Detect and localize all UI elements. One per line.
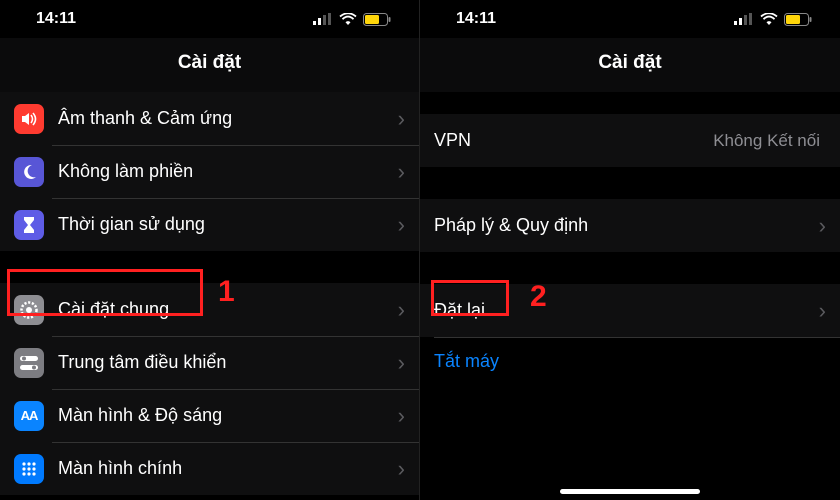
chevron-right-icon: › bbox=[398, 159, 405, 185]
phone-right: 14:11 Cài đặt VPN Không Kết nối Pháp lý … bbox=[420, 0, 840, 500]
settings-group-2: Cài đặt chung › Trung tâm điều khiển › A… bbox=[0, 283, 419, 495]
page-title: Cài đặt bbox=[420, 38, 840, 92]
chevron-right-icon: › bbox=[398, 212, 405, 238]
chevron-right-icon: › bbox=[398, 350, 405, 376]
row-label: Trung tâm điều khiển bbox=[58, 352, 398, 373]
home-indicator[interactable] bbox=[560, 489, 700, 494]
switches-icon bbox=[14, 348, 44, 378]
row-legal[interactable]: Pháp lý & Quy định › bbox=[420, 199, 840, 252]
status-icons bbox=[313, 13, 391, 26]
row-vpn[interactable]: VPN Không Kết nối bbox=[420, 114, 840, 167]
row-label: Màn hình chính bbox=[58, 458, 398, 479]
row-screentime[interactable]: Thời gian sử dụng › bbox=[0, 198, 419, 251]
signal-icon bbox=[734, 13, 754, 25]
group-legal: Pháp lý & Quy định › bbox=[420, 199, 840, 252]
chevron-right-icon: › bbox=[819, 213, 826, 239]
grid-icon bbox=[14, 454, 44, 484]
chevron-right-icon: › bbox=[398, 456, 405, 482]
aa-icon: AA bbox=[14, 401, 44, 431]
row-label: Màn hình & Độ sáng bbox=[58, 405, 398, 426]
moon-icon bbox=[14, 157, 44, 187]
battery-icon bbox=[784, 13, 812, 26]
row-value: Không Kết nối bbox=[713, 131, 820, 151]
row-label: Không làm phiền bbox=[58, 161, 398, 182]
settings-group-1: Âm thanh & Cảm ứng › Không làm phiền › T… bbox=[0, 92, 419, 251]
gear-icon bbox=[14, 295, 44, 325]
row-dnd[interactable]: Không làm phiền › bbox=[0, 145, 419, 198]
wifi-icon bbox=[339, 13, 357, 26]
phone-left: 14:11 Cài đặt Âm thanh & Cảm ứng › bbox=[0, 0, 420, 500]
row-sounds[interactable]: Âm thanh & Cảm ứng › bbox=[0, 92, 419, 145]
status-time: 14:11 bbox=[36, 10, 76, 28]
row-shutdown[interactable]: Tắt máy bbox=[420, 337, 840, 385]
row-label: Tắt máy bbox=[434, 351, 499, 372]
row-reset[interactable]: Đặt lại › bbox=[420, 284, 840, 337]
wifi-icon bbox=[760, 13, 778, 26]
hourglass-icon bbox=[14, 210, 44, 240]
row-label: Đặt lại bbox=[434, 300, 819, 321]
chevron-right-icon: › bbox=[819, 298, 826, 324]
status-time: 14:11 bbox=[456, 10, 496, 28]
row-control-center[interactable]: Trung tâm điều khiển › bbox=[0, 336, 419, 389]
row-label: Âm thanh & Cảm ứng bbox=[58, 108, 398, 129]
row-label: Pháp lý & Quy định bbox=[434, 215, 819, 236]
chevron-right-icon: › bbox=[398, 106, 405, 132]
sound-icon bbox=[14, 104, 44, 134]
row-label: Thời gian sử dụng bbox=[58, 214, 398, 235]
battery-icon bbox=[363, 13, 391, 26]
group-vpn: VPN Không Kết nối bbox=[420, 114, 840, 167]
chevron-right-icon: › bbox=[398, 403, 405, 429]
row-label: Cài đặt chung bbox=[58, 299, 398, 320]
status-bar: 14:11 bbox=[420, 0, 840, 38]
row-general[interactable]: Cài đặt chung › bbox=[0, 283, 419, 336]
row-label: VPN bbox=[434, 130, 713, 151]
chevron-right-icon: › bbox=[398, 297, 405, 323]
status-icons bbox=[734, 13, 812, 26]
row-display[interactable]: AA Màn hình & Độ sáng › bbox=[0, 389, 419, 442]
group-reset: Đặt lại › Tắt máy bbox=[420, 284, 840, 385]
signal-icon bbox=[313, 13, 333, 25]
status-bar: 14:11 bbox=[0, 0, 419, 38]
page-title: Cài đặt bbox=[0, 38, 419, 92]
row-homescreen[interactable]: Màn hình chính › bbox=[0, 442, 419, 495]
